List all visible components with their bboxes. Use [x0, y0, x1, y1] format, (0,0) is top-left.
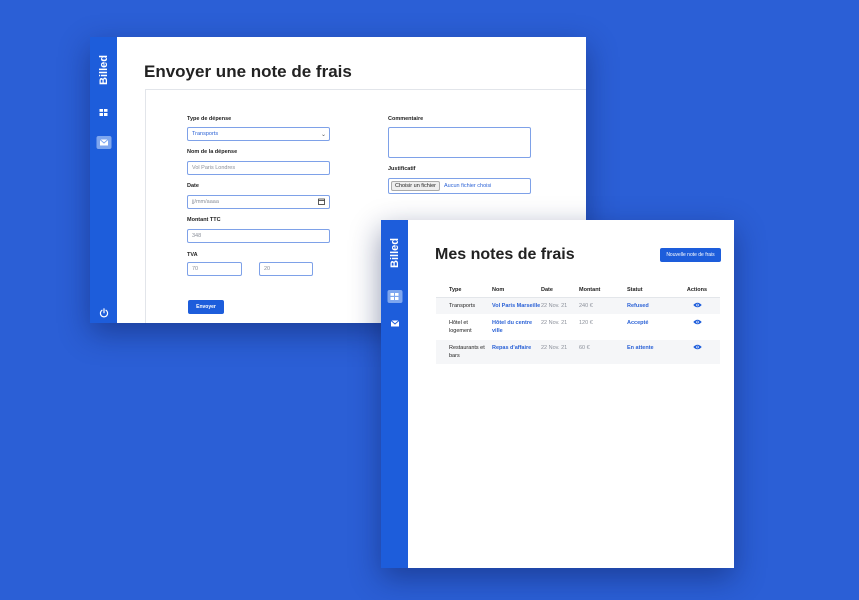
date-label: Date	[187, 183, 199, 189]
expense-list-window: Billed Mes notes de frais Nouvelle note …	[381, 220, 734, 568]
calendar-icon	[318, 198, 325, 207]
row-date: 22 Nov. 21	[541, 320, 568, 326]
row-statut: Accepté	[627, 320, 649, 326]
table-row: Transports Vol Paris Marseille 22 Nov. 2…	[436, 298, 720, 314]
commentaire-textarea[interactable]	[388, 127, 531, 158]
type-value: Transports	[192, 131, 219, 137]
row-date: 22 Nov. 21	[541, 303, 568, 309]
row-nom: Hôtel du centre ville	[492, 320, 533, 334]
row-nom: Repas d'affaire	[492, 345, 532, 351]
submit-button[interactable]: Envoyer	[188, 300, 224, 314]
tva-amount-input[interactable]: 70	[187, 262, 242, 276]
row-type: Restaurants et bars	[449, 345, 485, 359]
window-icon[interactable]	[387, 290, 402, 303]
montant-label: Montant TTC	[187, 217, 221, 223]
vertical-navbar: Billed	[381, 220, 408, 568]
row-montant: 240 €	[579, 303, 593, 309]
table-row: Restaurants et bars Repas d'affaire 22 N…	[436, 340, 720, 364]
nom-input[interactable]: Vol Paris Londres	[187, 161, 330, 175]
row-montant: 120 €	[579, 320, 593, 326]
chevron-down-icon: ⌄	[320, 131, 326, 138]
power-icon[interactable]	[99, 305, 109, 323]
table-row: Hôtel et logement Hôtel du centre ville …	[436, 315, 720, 339]
expense-table: Type Nom Date Montant Statut Actions Tra…	[436, 282, 720, 365]
row-type: Hôtel et logement	[449, 320, 472, 334]
column-header-montant: Montant	[579, 286, 601, 293]
list-content: Mes notes de frais Nouvelle note de frai…	[408, 220, 734, 568]
commentaire-label: Commentaire	[388, 116, 424, 122]
row-type: Transports	[449, 303, 476, 309]
tva-pct-input[interactable]: 20	[259, 262, 313, 276]
row-date: 22 Nov. 21	[541, 345, 568, 351]
column-header-nom: Nom	[492, 286, 505, 293]
row-nom: Vol Paris Marseille	[492, 303, 541, 309]
date-input[interactable]: jj/mm/aaaa	[187, 195, 330, 209]
column-header-type: Type	[449, 286, 462, 293]
justificatif-file-input[interactable]: Choisir un fichier Aucun fichier choisi	[388, 178, 531, 194]
column-header-actions: Actions	[686, 286, 708, 293]
brand-logo: Billed	[97, 55, 110, 85]
window-icon[interactable]	[97, 107, 110, 118]
column-header-date: Date	[541, 286, 553, 293]
eye-icon[interactable]	[677, 302, 717, 310]
file-status: Aucun fichier choisi	[443, 183, 492, 189]
brand-logo: Billed	[388, 238, 401, 268]
page-title: Mes notes de frais	[435, 246, 575, 263]
mail-icon[interactable]	[388, 318, 401, 329]
eye-icon[interactable]	[677, 344, 717, 360]
choose-file-button[interactable]: Choisir un fichier	[391, 181, 440, 191]
row-montant: 60 €	[579, 345, 590, 351]
row-statut: En attente	[627, 345, 654, 351]
vertical-navbar: Billed	[90, 37, 117, 323]
table-header: Type Nom Date Montant Statut Actions	[436, 282, 720, 298]
column-header-statut: Statut	[627, 286, 643, 293]
row-statut: Refused	[627, 303, 649, 309]
date-placeholder: jj/mm/aaaa	[192, 199, 219, 205]
mail-icon[interactable]	[96, 136, 111, 149]
justificatif-label: Justificatif	[388, 166, 416, 172]
type-label: Type de dépense	[187, 116, 232, 122]
montant-input[interactable]: 348	[187, 229, 330, 243]
new-expense-button[interactable]: Nouvelle note de frais	[660, 248, 721, 262]
tva-label: TVA	[187, 252, 198, 258]
eye-icon[interactable]	[677, 319, 717, 335]
page-title: Envoyer une note de frais	[144, 62, 352, 81]
type-select[interactable]: Transports ⌄	[187, 127, 330, 141]
nom-label: Nom de la dépense	[187, 149, 238, 155]
